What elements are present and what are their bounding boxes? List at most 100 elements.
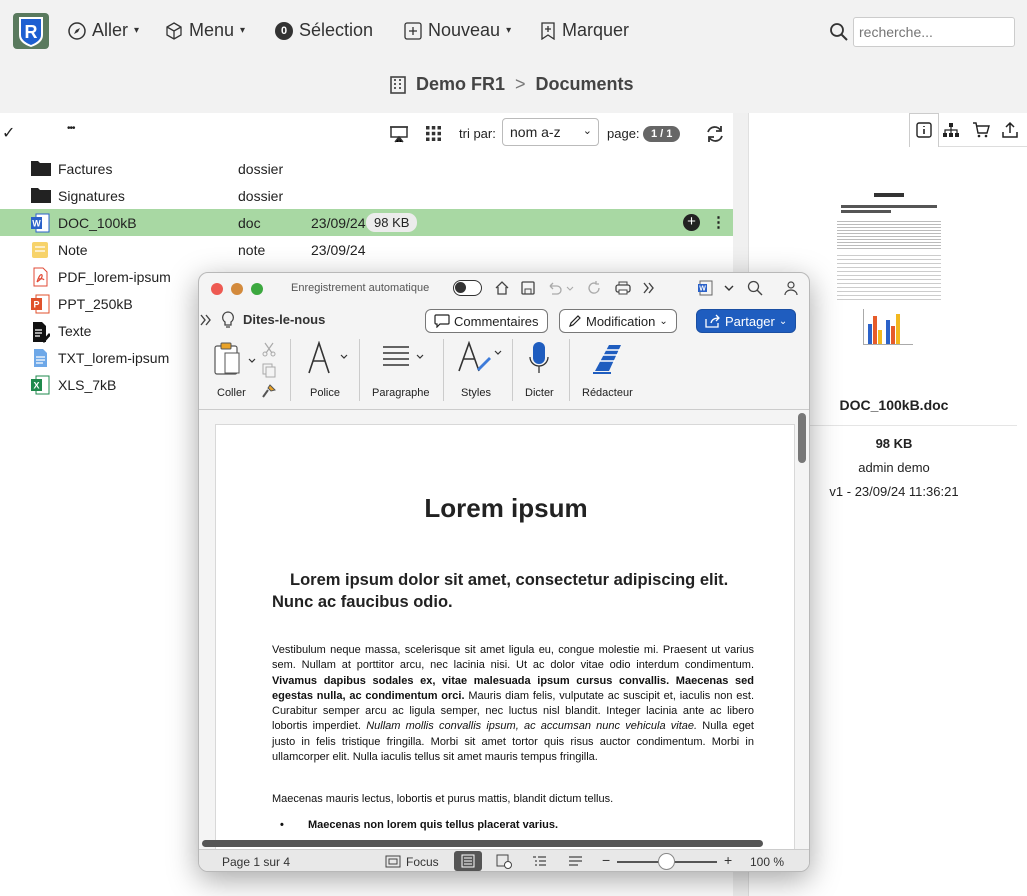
file-name[interactable]: Factures xyxy=(58,161,112,177)
horizontal-scrollbar[interactable] xyxy=(202,840,763,847)
ribbon-divider xyxy=(290,339,291,401)
grid-view-icon[interactable] xyxy=(425,125,442,142)
file-name[interactable]: XLS_7kB xyxy=(58,377,116,393)
search-icon[interactable] xyxy=(829,22,849,42)
styles-icon[interactable] xyxy=(457,341,503,377)
share-label: Partager xyxy=(725,313,775,329)
editor-icon[interactable] xyxy=(591,341,625,375)
cart-icon[interactable] xyxy=(972,122,990,138)
refresh-icon[interactable] xyxy=(705,124,725,144)
comment-icon xyxy=(434,314,450,328)
excel-icon: X xyxy=(30,375,50,395)
file-size-badge: 98 KB xyxy=(366,213,418,232)
chevron-down-icon[interactable] xyxy=(724,284,734,292)
editing-mode-button[interactable]: Modification ⌄ xyxy=(559,309,677,333)
outline-view-icon[interactable] xyxy=(532,855,547,868)
autosave-toggle[interactable] xyxy=(453,280,482,296)
document-page[interactable]: Lorem ipsum Lorem ipsum dolor sit amet, … xyxy=(215,424,795,854)
redo-icon[interactable] xyxy=(586,280,602,296)
comments-label: Commentaires xyxy=(454,313,539,329)
more-actions-button[interactable]: ••• xyxy=(67,123,75,134)
file-row[interactable]: W DOC_100kB doc 23/09/24 98 KB + ⋮ xyxy=(0,209,733,236)
presentation-icon[interactable] xyxy=(389,125,409,143)
share-button[interactable]: Partager ⌄ xyxy=(696,309,797,333)
hierarchy-icon[interactable] xyxy=(942,122,960,138)
nav-new[interactable]: Nouveau ▾ xyxy=(404,20,511,41)
search-input[interactable] xyxy=(853,17,1015,47)
format-painter-icon[interactable] xyxy=(261,383,277,399)
tab-info[interactable] xyxy=(909,113,939,147)
note-icon xyxy=(30,240,50,260)
zoom-slider-thumb[interactable] xyxy=(658,853,675,870)
breadcrumb-root[interactable]: Demo FR1 xyxy=(416,74,505,95)
zoom-in-button[interactable]: + xyxy=(724,852,732,868)
compass-icon xyxy=(68,21,86,40)
file-row[interactable]: Note note 23/09/24 xyxy=(0,236,733,263)
nav-mark[interactable]: Marquer xyxy=(540,20,629,41)
chevron-down-icon: ⌄ xyxy=(582,125,592,137)
minimize-window-button[interactable] xyxy=(231,283,243,295)
close-window-button[interactable] xyxy=(211,283,223,295)
nav-selection[interactable]: 0 Sélection xyxy=(275,20,373,41)
word-app-icon[interactable]: W xyxy=(697,280,713,296)
vertical-scrollbar[interactable] xyxy=(798,413,806,463)
cut-icon[interactable] xyxy=(261,341,277,357)
doc-title: Lorem ipsum xyxy=(424,493,588,523)
focus-button[interactable]: Focus xyxy=(406,855,439,869)
save-icon[interactable] xyxy=(520,280,536,296)
home-icon[interactable] xyxy=(494,280,510,296)
print-icon[interactable] xyxy=(614,280,632,296)
paste-icon[interactable] xyxy=(213,341,257,377)
undo-icon[interactable] xyxy=(546,280,574,296)
nav-mark-label: Marquer xyxy=(562,20,630,40)
zoom-window-button[interactable] xyxy=(251,283,263,295)
paragraph-icon[interactable] xyxy=(381,345,427,371)
file-name[interactable]: DOC_100kB xyxy=(58,215,137,231)
expand-panel-icon[interactable] xyxy=(199,313,213,327)
font-icon[interactable] xyxy=(307,341,351,375)
list-toolbar: ✓ ••• tri par: nom a-z ⌄ page: 1 / 1 xyxy=(0,113,733,153)
zoom-out-button[interactable]: − xyxy=(602,852,610,868)
word-window[interactable]: Enregistrement automatique W Dites-le-no… xyxy=(198,272,810,872)
app-logo[interactable]: R xyxy=(13,13,49,49)
caret-down-icon: ▾ xyxy=(240,25,246,36)
file-name[interactable]: PPT_250kB xyxy=(58,296,133,312)
web-layout-icon[interactable] xyxy=(496,854,512,869)
file-name[interactable]: Note xyxy=(58,242,88,258)
more-toolbar-icon[interactable] xyxy=(642,281,656,295)
microphone-icon[interactable] xyxy=(529,341,549,375)
upload-icon[interactable] xyxy=(1001,121,1019,139)
draft-view-icon[interactable] xyxy=(568,855,583,868)
file-name[interactable]: Texte xyxy=(58,323,91,339)
paragraph-label: Paragraphe xyxy=(372,387,430,399)
zoom-level[interactable]: 100 % xyxy=(750,855,784,869)
doc-p1-italic: Nullam mollis convallis ipsum, ac accums… xyxy=(366,720,698,733)
print-layout-button[interactable] xyxy=(454,851,482,871)
copy-icon[interactable] xyxy=(261,362,277,378)
search-icon[interactable] xyxy=(747,280,763,296)
nav-menu[interactable]: Menu ▾ xyxy=(165,20,245,41)
account-icon[interactable] xyxy=(780,280,798,296)
kebab-menu-icon[interactable]: ⋮ xyxy=(711,213,726,231)
document-thumbnail[interactable] xyxy=(829,183,949,353)
tell-me-search[interactable]: Dites-le-nous xyxy=(243,312,325,327)
file-row[interactable]: Signatures dossier xyxy=(0,182,733,209)
svg-text:R: R xyxy=(25,22,38,42)
info-icon xyxy=(916,122,932,138)
comments-button[interactable]: Commentaires xyxy=(425,309,548,333)
file-name[interactable]: TXT_lorem-ipsum xyxy=(58,350,169,366)
sort-select[interactable]: nom a-z ⌄ xyxy=(502,118,599,146)
file-date: 23/09/24 xyxy=(311,215,366,231)
file-name[interactable]: Signatures xyxy=(58,188,125,204)
select-all-check[interactable]: ✓ xyxy=(2,123,15,143)
file-row[interactable]: Factures dossier xyxy=(0,155,733,182)
ribbon-divider xyxy=(512,339,513,401)
add-circle-icon[interactable]: + xyxy=(683,214,700,231)
page-count[interactable]: Page 1 sur 4 xyxy=(222,855,290,869)
plus-square-icon xyxy=(404,21,422,40)
file-name[interactable]: PDF_lorem-ipsum xyxy=(58,269,171,285)
page-label: page: xyxy=(607,126,640,141)
nav-selection-label: Sélection xyxy=(299,20,374,40)
nav-go[interactable]: Aller ▾ xyxy=(68,20,139,41)
ribbon-divider xyxy=(359,339,360,401)
